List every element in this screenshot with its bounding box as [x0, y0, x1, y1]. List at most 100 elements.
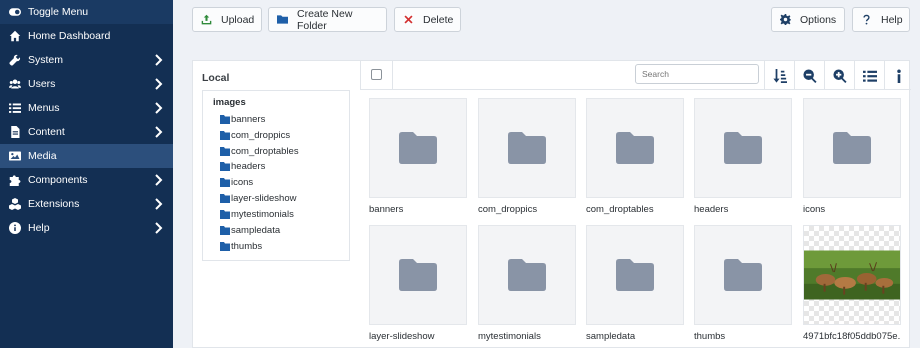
info-button[interactable] — [884, 61, 912, 90]
sort-button[interactable] — [764, 61, 794, 90]
media-item-sampledata[interactable]: sampledata — [586, 225, 684, 342]
wrench-icon — [8, 53, 22, 67]
image-thumb[interactable] — [803, 225, 901, 325]
folder-icon — [220, 193, 230, 203]
folder-thumb[interactable] — [478, 225, 576, 325]
chevron-right-icon — [153, 102, 165, 114]
sidebar-item-content[interactable]: Content — [0, 120, 173, 144]
sidebar-item-label: System — [28, 54, 64, 66]
delete-button[interactable]: Delete — [394, 7, 461, 32]
create-new-folder-button[interactable]: Create New Folder — [268, 7, 387, 32]
divider — [392, 61, 393, 90]
folder-icon — [220, 146, 230, 156]
file-icon — [8, 125, 22, 139]
folder-thumb[interactable] — [694, 225, 792, 325]
folder-icon — [724, 132, 762, 164]
zoom-in-button[interactable] — [824, 61, 854, 90]
options-button[interactable]: Options — [771, 7, 845, 32]
tree-item-mytestimonials[interactable]: mytestimonials — [220, 207, 294, 221]
folder-icon — [724, 259, 762, 291]
folder-icon — [220, 225, 230, 235]
info-icon — [8, 221, 22, 235]
media-item-label: com_droppics — [478, 204, 538, 215]
sidebar: Toggle Menu Home Dashboard System Users … — [0, 0, 173, 348]
sidebar-item-system[interactable]: System — [0, 48, 173, 72]
upload-icon — [201, 14, 212, 25]
media-item-com-droppics[interactable]: com_droppics — [478, 98, 576, 215]
question-icon — [861, 14, 872, 25]
sidebar-item-label: Menus — [28, 102, 60, 114]
media-item-label: thumbs — [694, 331, 726, 342]
media-item-headers[interactable]: headers — [694, 98, 792, 215]
media-item-layer-slideshow[interactable]: layer-slideshow — [369, 225, 467, 342]
sidebar-item-media[interactable]: Media — [0, 144, 173, 168]
folder-icon — [833, 132, 871, 164]
folder-icon — [399, 132, 437, 164]
media-item-label: headers — [694, 204, 729, 215]
folder-icon — [277, 14, 288, 25]
media-item-thumbs[interactable]: thumbs — [694, 225, 792, 342]
sidebar-item-label: Extensions — [28, 198, 80, 210]
select-all-checkbox[interactable] — [371, 69, 382, 80]
help-button[interactable]: Help — [852, 7, 910, 32]
folder-icon — [220, 114, 230, 124]
sort-icon — [772, 68, 787, 83]
tree-item-layer-slideshow[interactable]: layer-slideshow — [220, 191, 296, 205]
folder-thumb[interactable] — [694, 98, 792, 198]
deer-photo — [804, 250, 900, 300]
search-input[interactable] — [635, 64, 759, 84]
folder-thumb[interactable] — [369, 225, 467, 325]
chevron-right-icon — [153, 222, 165, 234]
media-item-label: 4971bfc18f05ddb075e... — [803, 331, 901, 342]
image-icon — [8, 149, 22, 163]
puzzle-icon — [8, 173, 22, 187]
folder-icon — [220, 161, 230, 171]
media-item-image[interactable]: 4971bfc18f05ddb075e... — [803, 225, 901, 342]
sidebar-item-help[interactable]: Help — [0, 216, 173, 240]
sidebar-item-menus[interactable]: Menus — [0, 96, 173, 120]
sidebar-item-extensions[interactable]: Extensions — [0, 192, 173, 216]
tree-title: Local — [202, 72, 230, 84]
media-item-icons[interactable]: icons — [803, 98, 901, 215]
folder-thumb[interactable] — [803, 98, 901, 198]
folder-tree-pane: Local images banners com_droppics com_dr… — [193, 61, 360, 348]
media-item-com-droptables[interactable]: com_droptables — [586, 98, 684, 215]
sidebar-item-users[interactable]: Users — [0, 72, 173, 96]
media-item-banners[interactable]: banners — [369, 98, 467, 215]
tree-item-icons[interactable]: icons — [220, 175, 253, 189]
folder-icon — [508, 132, 546, 164]
tree-item-banners[interactable]: banners — [220, 112, 265, 126]
tree-item-sampledata[interactable]: sampledata — [220, 223, 280, 237]
chevron-right-icon — [153, 174, 165, 186]
sidebar-item-home-dashboard[interactable]: Home Dashboard — [0, 24, 173, 48]
media-item-label: banners — [369, 204, 404, 215]
folder-thumb[interactable] — [478, 98, 576, 198]
tree-root-images[interactable]: images — [213, 97, 246, 108]
zoom-out-button[interactable] — [794, 61, 824, 90]
media-item-mytestimonials[interactable]: mytestimonials — [478, 225, 576, 342]
folder-tree: images banners com_droppics com_droptabl… — [202, 90, 350, 261]
sidebar-item-label: Toggle Menu — [28, 6, 89, 18]
folder-thumb[interactable] — [586, 98, 684, 198]
sidebar-item-toggle-menu[interactable]: Toggle Menu — [0, 0, 173, 24]
tree-item-thumbs[interactable]: thumbs — [220, 239, 262, 253]
folder-thumb[interactable] — [369, 98, 467, 198]
folder-thumb[interactable] — [586, 225, 684, 325]
upload-button[interactable]: Upload — [192, 7, 262, 32]
sidebar-item-label: Content — [28, 126, 65, 138]
media-item-label: sampledata — [586, 331, 636, 342]
list-icon — [862, 69, 877, 83]
tree-item-com-droptables[interactable]: com_droptables — [220, 144, 299, 158]
sidebar-item-components[interactable]: Components — [0, 168, 173, 192]
info-icon — [892, 68, 906, 83]
folder-icon — [508, 259, 546, 291]
chevron-right-icon — [153, 126, 165, 138]
tree-item-headers[interactable]: headers — [220, 159, 265, 173]
folder-icon — [220, 209, 230, 219]
list-view-button[interactable] — [854, 61, 884, 90]
chevron-right-icon — [153, 78, 165, 90]
close-icon — [403, 14, 414, 25]
toggle-icon — [8, 5, 22, 19]
sidebar-item-label: Users — [28, 78, 56, 90]
tree-item-com-droppics[interactable]: com_droppics — [220, 128, 290, 142]
